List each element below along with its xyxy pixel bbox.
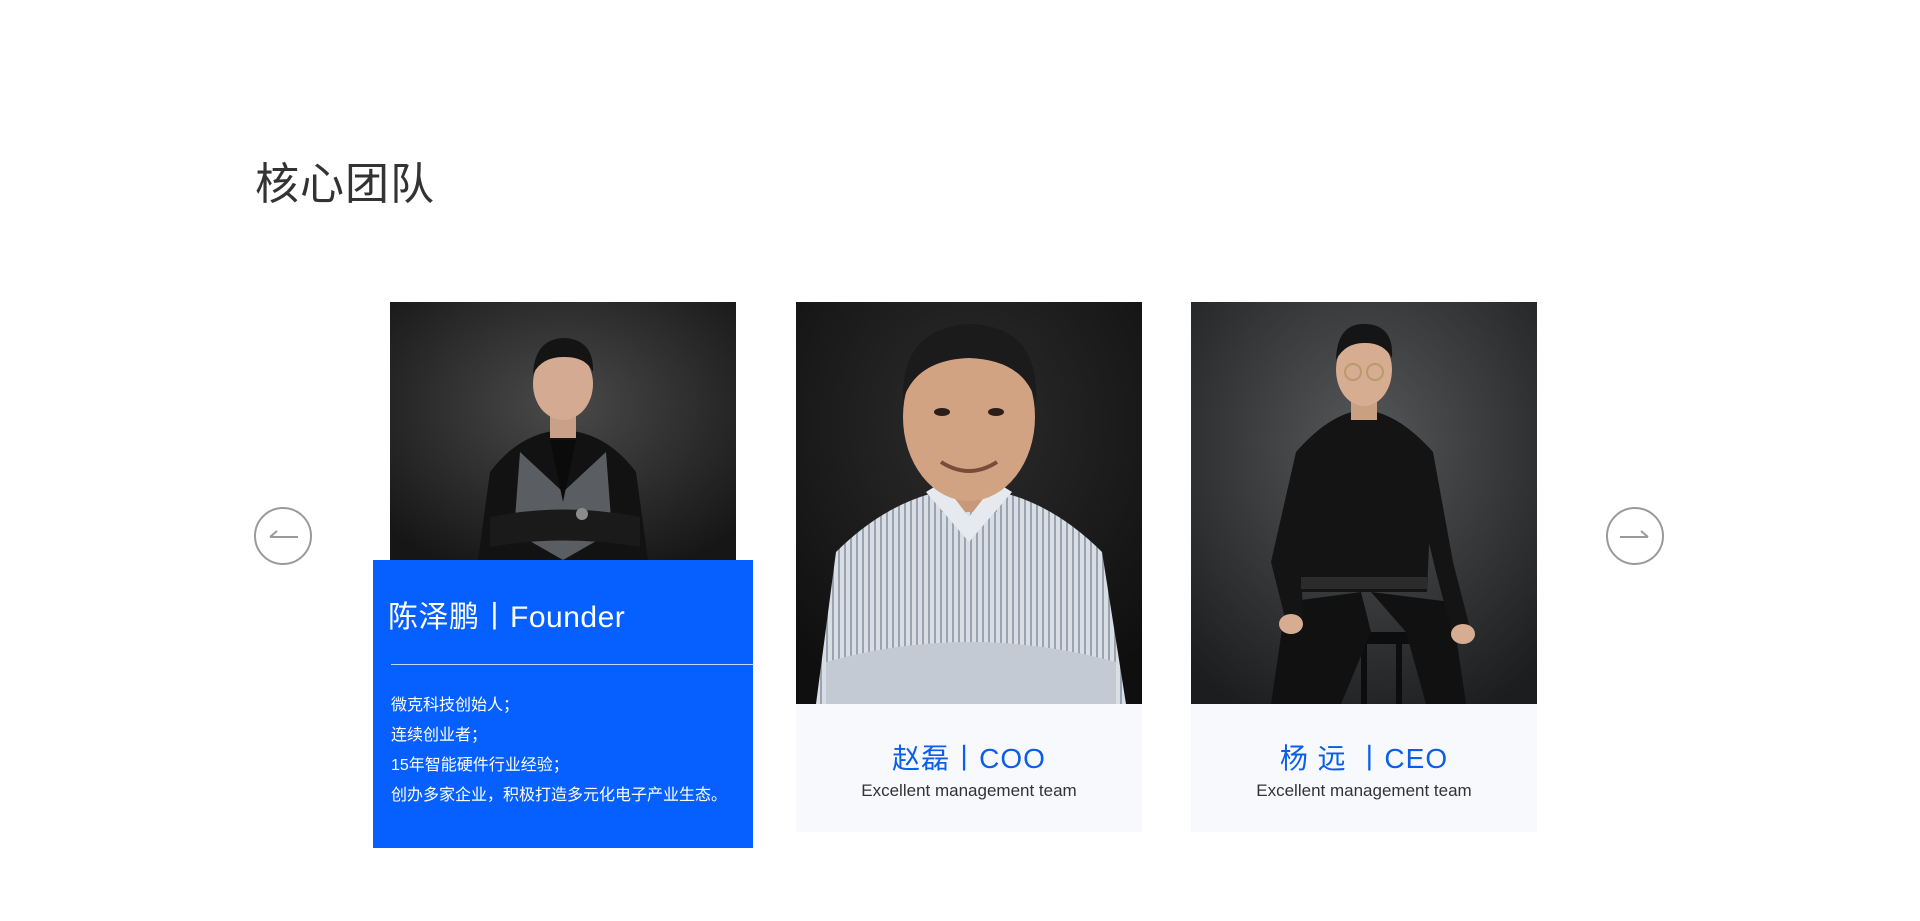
member-bio: 微克科技创始人； 连续创业者； 15年智能硬件行业经验； 创办多家企业，积极打造… [391, 691, 727, 811]
member-name-role: 杨 远 丨CEO [1279, 743, 1449, 774]
member-photo [390, 302, 736, 560]
member-name-role: 赵磊丨COO [892, 743, 1046, 774]
member-subtitle: Excellent management team [1256, 781, 1472, 800]
team-section: 核心团队 陈泽鹏丨Founder 微克科技创始人； 连续创业者； 15年智能硬件… [0, 0, 1920, 921]
divider [391, 664, 801, 665]
carousel-next-button[interactable] [1606, 507, 1664, 565]
member-photo [796, 302, 1142, 704]
portrait-image [796, 302, 1142, 704]
active-member-panel: 陈泽鹏丨Founder 微克科技创始人； 连续创业者； 15年智能硬件行业经验；… [373, 560, 801, 848]
member-name-role: 陈泽鹏丨Founder [388, 601, 626, 634]
arrow-left-icon [269, 530, 298, 538]
bio-line: 15年智能硬件行业经验； [391, 757, 569, 774]
member-caption: 赵磊丨COO Excellent management team [796, 704, 1142, 832]
portrait-image [1191, 302, 1537, 704]
section-title: 核心团队 [255, 160, 435, 209]
team-card-founder[interactable] [390, 302, 736, 560]
member-photo [1191, 302, 1537, 704]
team-card-coo[interactable]: 赵磊丨COO Excellent management team [796, 302, 1142, 832]
bio-line: 微克科技创始人； [391, 697, 520, 714]
member-subtitle: Excellent management team [861, 781, 1077, 800]
bio-line: 连续创业者； [391, 727, 488, 744]
carousel-prev-button[interactable] [254, 507, 312, 565]
member-caption: 杨 远 丨CEO Excellent management team [1191, 704, 1537, 832]
arrow-right-icon [1620, 530, 1649, 538]
team-card-ceo[interactable]: 杨 远 丨CEO Excellent management team [1191, 302, 1537, 832]
portrait-image [390, 302, 736, 560]
bio-line: 创办多家企业，积极打造多元化电子产业生态。 [391, 787, 728, 804]
